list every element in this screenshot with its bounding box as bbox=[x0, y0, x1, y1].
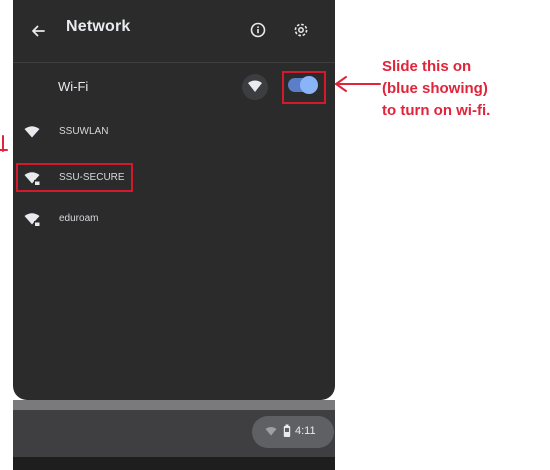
annotation-line: Slide this on bbox=[382, 58, 472, 75]
instruction-annotation: Slide this on (blue showing) to turn on … bbox=[382, 56, 550, 122]
annotation-line: (blue showing) bbox=[382, 80, 488, 97]
annotation-line: to turn on wi-fi. bbox=[382, 102, 491, 119]
edge-arrow-icon bbox=[0, 135, 8, 152]
toggle-arrow-icon bbox=[334, 76, 381, 92]
